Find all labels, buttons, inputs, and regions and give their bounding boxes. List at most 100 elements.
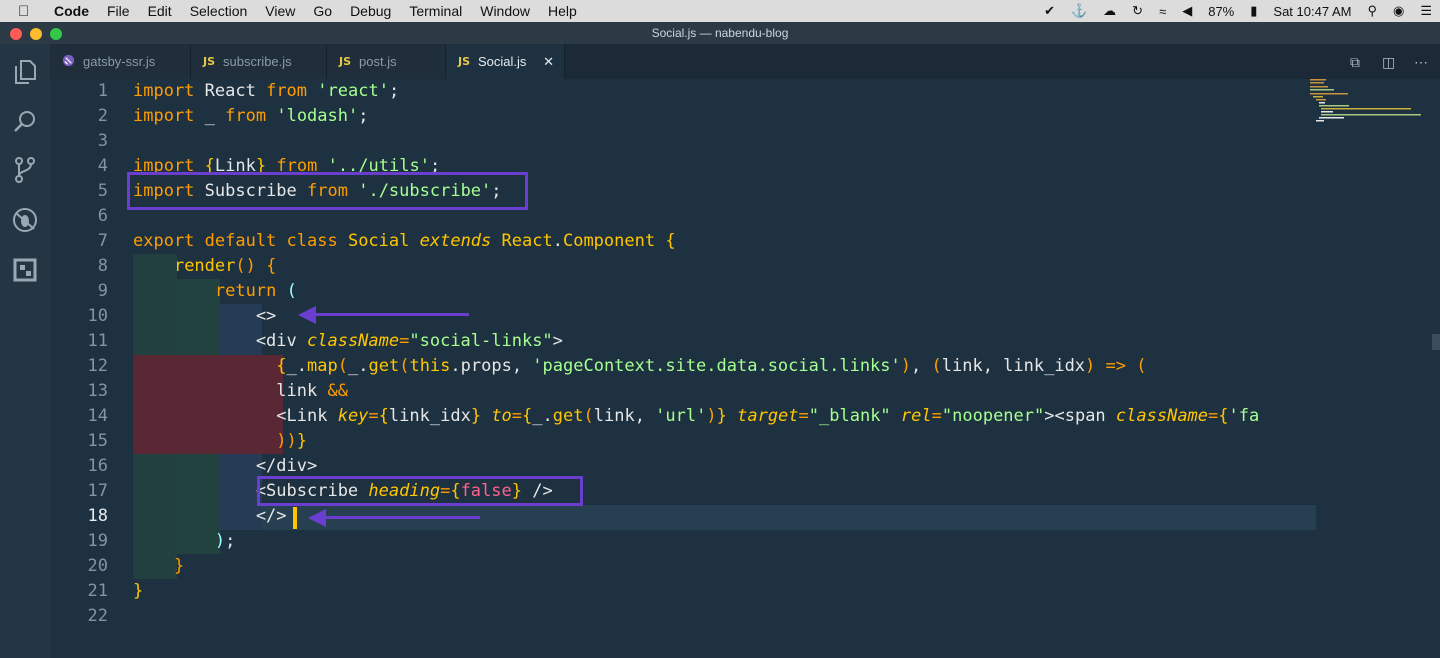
tab-label: subscribe.js xyxy=(223,54,292,69)
spotlight-search-icon[interactable]: ⚲ xyxy=(1367,3,1377,19)
explorer-icon[interactable] xyxy=(10,57,40,87)
code-line: link && xyxy=(133,381,348,401)
code-line: <div className="social-links"> xyxy=(133,331,563,351)
line-number: 3 xyxy=(97,131,108,151)
annotation-arrowhead xyxy=(308,509,326,527)
code-line: <> xyxy=(133,306,277,326)
js-file-icon: JS xyxy=(203,55,216,68)
import-subscribe-highlight xyxy=(127,172,528,210)
tab-subscribe[interactable]: JS subscribe.js xyxy=(191,44,327,79)
line-number: 14 xyxy=(87,406,108,426)
vertical-scrollbar[interactable] xyxy=(1432,334,1440,350)
code-line: import React from 'react'; xyxy=(133,81,400,101)
code-line: return ( xyxy=(214,281,297,301)
menu-selection[interactable]: Selection xyxy=(190,3,248,19)
subscribe-component-highlight xyxy=(257,476,583,506)
line-number: 4 xyxy=(97,156,108,176)
creative-cloud-icon[interactable]: ☁ xyxy=(1103,3,1116,19)
menu-help[interactable]: Help xyxy=(548,3,577,19)
notification-center-icon[interactable]: ☰ xyxy=(1420,3,1432,19)
close-window-button[interactable] xyxy=(10,28,22,40)
line-number: 5 xyxy=(97,181,108,201)
docker-icon[interactable]: ⚓ xyxy=(1071,3,1087,19)
line-number: 20 xyxy=(87,556,108,576)
code-line: <Link key={link_idx} to={_.get(link, 'ur… xyxy=(133,406,1260,426)
annotation-arrow xyxy=(322,516,480,519)
code-line-current: </> xyxy=(133,506,287,526)
code-line: render() { xyxy=(173,256,277,276)
menu-view[interactable]: View xyxy=(265,3,295,19)
text-cursor xyxy=(293,507,297,529)
tab-social[interactable]: JS Social.js ✕ xyxy=(446,44,565,79)
battery-icon[interactable]: ▮ xyxy=(1250,3,1257,19)
code-line: import _ from 'lodash'; xyxy=(133,106,369,126)
line-number: 22 xyxy=(87,606,108,626)
tab-label: Social.js xyxy=(478,54,527,69)
wifi-icon[interactable]: ≈ xyxy=(1159,4,1166,19)
line-number: 11 xyxy=(87,331,108,351)
search-icon[interactable] xyxy=(10,106,40,136)
close-icon[interactable]: ✕ xyxy=(543,54,554,70)
open-changes-icon[interactable]: ⧉ xyxy=(1350,54,1360,71)
battery-percent[interactable]: 87% xyxy=(1208,4,1234,19)
window-titlebar: Social.js — nabendu-blog xyxy=(0,22,1440,44)
line-number: 9 xyxy=(97,281,108,301)
menu-terminal[interactable]: Terminal xyxy=(409,3,462,19)
volume-icon[interactable]: ◀ xyxy=(1182,3,1192,19)
line-number: 21 xyxy=(87,581,108,601)
line-number-current: 18 xyxy=(87,506,108,526)
source-control-icon[interactable] xyxy=(10,155,40,185)
zoom-window-button[interactable] xyxy=(50,28,62,40)
line-number: 6 xyxy=(97,206,108,226)
clock[interactable]: Sat 10:47 AM xyxy=(1273,4,1351,19)
menu-app[interactable]: Code xyxy=(54,3,89,19)
code-line: } xyxy=(133,581,144,601)
code-editor[interactable]: 1 2 3 4 5 6 7 8 9 10 11 12 13 14 15 16 1… xyxy=(50,79,1440,658)
line-number: 1 xyxy=(97,81,108,101)
more-actions-icon[interactable]: ⋯ xyxy=(1414,54,1428,71)
line-number: 8 xyxy=(97,256,108,276)
tab-gatsby-ssr[interactable]: gatsby-ssr.js xyxy=(50,44,191,79)
time-machine-icon[interactable]: ↻ xyxy=(1132,3,1143,19)
siri-icon[interactable]: ◉ xyxy=(1393,3,1404,19)
debug-icon[interactable] xyxy=(10,205,40,235)
line-number: 17 xyxy=(87,481,108,501)
minimap[interactable] xyxy=(1310,79,1430,124)
js-file-icon: JS xyxy=(458,55,471,68)
tab-post[interactable]: JS post.js xyxy=(327,44,446,79)
menu-debug[interactable]: Debug xyxy=(350,3,391,19)
code-line: {_.map(_.get(this.props, 'pageContext.si… xyxy=(276,356,1147,376)
js-file-icon: JS xyxy=(339,55,352,68)
menu-go[interactable]: Go xyxy=(313,3,332,19)
menu-window[interactable]: Window xyxy=(480,3,530,19)
code-line: ))} xyxy=(276,431,308,451)
minimize-window-button[interactable] xyxy=(30,28,42,40)
code-line: export default class Social extends Reac… xyxy=(133,231,676,251)
menu-edit[interactable]: Edit xyxy=(148,3,172,19)
tab-label: gatsby-ssr.js xyxy=(83,54,156,69)
status-check-icon[interactable]: ✔ xyxy=(1044,3,1055,19)
gatsby-icon xyxy=(62,54,75,70)
tab-label: post.js xyxy=(359,54,397,69)
editor-tabs: gatsby-ssr.js JS subscribe.js JS post.js… xyxy=(50,44,1440,79)
activity-bar xyxy=(0,44,50,658)
line-number: 19 xyxy=(87,531,108,551)
line-number: 13 xyxy=(87,381,108,401)
extensions-icon[interactable] xyxy=(10,255,40,285)
line-number: 10 xyxy=(87,306,108,326)
line-number: 16 xyxy=(87,456,108,476)
apple-icon[interactable]:  xyxy=(18,3,38,20)
line-number: 7 xyxy=(97,231,108,251)
annotation-arrow xyxy=(312,313,469,316)
line-number: 12 xyxy=(87,356,108,376)
window-title: Social.js — nabendu-blog xyxy=(651,26,789,40)
annotation-arrowhead xyxy=(298,306,316,324)
code-line: </div> xyxy=(133,456,318,476)
split-editor-icon[interactable]: ◫ xyxy=(1382,54,1395,71)
code-line: } xyxy=(173,556,185,576)
menu-file[interactable]: File xyxy=(107,3,130,19)
line-number: 2 xyxy=(97,106,108,126)
line-number: 15 xyxy=(87,431,108,451)
menubar:  Code File Edit Selection View Go Debug… xyxy=(0,0,1440,22)
code-line: ); xyxy=(214,531,236,551)
